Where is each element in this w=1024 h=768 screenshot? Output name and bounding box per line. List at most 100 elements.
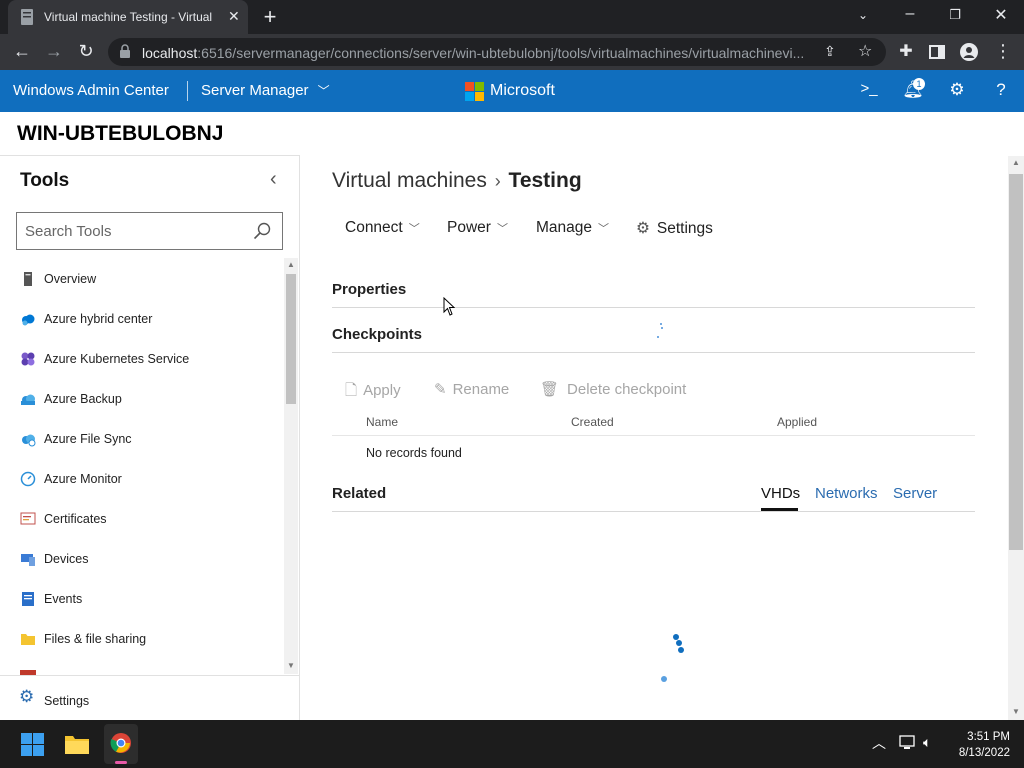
column-header-name[interactable]: Name xyxy=(366,415,398,429)
kubernetes-icon xyxy=(21,352,35,366)
forward-icon[interactable]: → xyxy=(43,41,65,62)
tool-item-label: Azure hybrid center xyxy=(44,312,153,326)
search-icon[interactable] xyxy=(253,222,271,240)
settings-button[interactable]: ⚙ Settings xyxy=(636,219,713,238)
page-favicon-icon xyxy=(21,9,33,25)
server-name-title: WIN-UBTEBULOBNJ xyxy=(17,122,224,145)
help-icon[interactable]: ? xyxy=(990,80,1012,100)
tab-vhds[interactable]: VHDs xyxy=(761,485,800,502)
tool-item-settings[interactable]: ⚙ Settings xyxy=(0,675,299,720)
loading-spinner-icon xyxy=(661,634,684,682)
share-icon[interactable]: ⇪ xyxy=(824,43,836,60)
powershell-icon[interactable]: >_ xyxy=(858,80,880,97)
tool-item-azure-monitor[interactable]: Azure Monitor xyxy=(20,458,280,498)
tool-item-azure-hybrid-center[interactable]: Azure hybrid center xyxy=(20,298,280,338)
tool-item-files-file-sharing[interactable]: Files & file sharing xyxy=(20,618,280,658)
gear-icon[interactable]: ⚙ xyxy=(946,80,968,100)
events-icon xyxy=(22,592,34,606)
rename-checkpoint-button[interactable]: ✎ Rename xyxy=(434,380,509,398)
browser-tab-strip: Virtual machine Testing - Virtual m ✕ + … xyxy=(0,0,1024,34)
browser-tab[interactable]: Virtual machine Testing - Virtual m ✕ xyxy=(8,0,248,34)
tool-item-label: Azure Kubernetes Service xyxy=(44,352,190,366)
server-manager-dropdown[interactable]: Server Manager ﹀ xyxy=(201,82,330,99)
browser-menu-icon[interactable]: ⋮ xyxy=(992,41,1014,62)
pencil-icon: ✎ xyxy=(434,381,447,398)
mouse-pointer-icon xyxy=(443,297,455,316)
chrome-taskbar-button[interactable] xyxy=(104,724,138,764)
new-tab-button[interactable]: + xyxy=(258,4,282,30)
tools-title: Tools xyxy=(20,170,70,191)
back-icon[interactable]: ← xyxy=(11,41,33,62)
delete-checkpoint-button[interactable]: 🗑︎ Delete checkpoint xyxy=(540,380,686,398)
tab-networks[interactable]: Networks xyxy=(815,485,878,502)
tool-item-label: Events xyxy=(44,592,83,606)
server-icon xyxy=(24,272,32,286)
close-tab-icon[interactable]: ✕ xyxy=(228,8,240,25)
scroll-down-icon[interactable]: ▼ xyxy=(1012,707,1020,716)
minimize-icon[interactable]: – xyxy=(900,5,920,23)
column-header-applied[interactable]: Applied xyxy=(777,415,817,429)
windows-start-icon[interactable] xyxy=(21,733,44,756)
tool-item-label: Files & file sharing xyxy=(44,632,147,646)
wac-brand[interactable]: Windows Admin Center xyxy=(13,82,169,99)
chrome-icon xyxy=(110,733,131,753)
content-scrollbar-thumb[interactable] xyxy=(1009,174,1023,550)
settings-label: Settings xyxy=(44,694,90,708)
extensions-icon[interactable]: ✚ xyxy=(895,41,917,61)
search-tools-input[interactable]: Search Tools xyxy=(16,212,283,250)
tab-search-icon[interactable]: ⌄ xyxy=(853,8,873,22)
properties-section-header[interactable]: Properties xyxy=(332,281,975,308)
address-bar[interactable]: localhost:6516/servermanager/connections… xyxy=(108,38,886,66)
tools-scrollbar[interactable]: ▲ ▼ xyxy=(284,258,298,674)
tool-item-certificates[interactable]: Certificates xyxy=(20,498,280,538)
tool-item-label: Certificates xyxy=(44,512,107,526)
profile-icon[interactable] xyxy=(960,43,978,61)
tool-item-devices[interactable]: Devices xyxy=(20,538,280,578)
cloud-icon xyxy=(22,314,35,326)
tool-item-label: Azure File Sync xyxy=(44,432,132,446)
volume-icon[interactable]: 🔈︎ xyxy=(923,734,931,751)
tools-scrollbar-thumb[interactable] xyxy=(286,274,296,404)
file-explorer-icon[interactable] xyxy=(64,733,90,755)
tool-item-azure-file-sync[interactable]: Azure File Sync xyxy=(20,418,280,458)
scroll-down-icon[interactable]: ▼ xyxy=(287,661,295,670)
apply-checkpoint-button[interactable]: 🗋︎ Apply xyxy=(345,380,401,405)
window-close-icon[interactable]: ✕ xyxy=(991,5,1011,25)
gauge-icon xyxy=(20,471,36,487)
tool-item-azure-kubernetes-service[interactable]: Azure Kubernetes Service xyxy=(20,338,280,378)
tool-item-events[interactable]: Events xyxy=(20,578,280,618)
scroll-up-icon[interactable]: ▲ xyxy=(1012,158,1020,167)
scroll-up-icon[interactable]: ▲ xyxy=(287,260,295,269)
breadcrumb-virtual-machines[interactable]: Virtual machines xyxy=(332,169,487,192)
cloud-backup-icon xyxy=(21,394,35,405)
notification-badge: 1 xyxy=(913,78,925,90)
bookmark-star-icon[interactable]: ☆ xyxy=(858,41,872,61)
tab-server[interactable]: Server xyxy=(893,485,937,502)
tool-item-label: Azure Monitor xyxy=(44,472,122,486)
side-panel-icon[interactable] xyxy=(929,45,945,59)
microsoft-logo-icon xyxy=(465,82,484,101)
tool-item-overview[interactable]: Overview xyxy=(20,258,280,298)
system-clock[interactable]: 3:51 PM 8/13/2022 xyxy=(944,729,1010,761)
manage-menu-button[interactable]: Manage ﹀ xyxy=(536,219,609,237)
restore-icon[interactable]: ❐ xyxy=(945,7,965,23)
reload-icon[interactable]: ↻ xyxy=(75,41,97,62)
header-divider xyxy=(187,81,188,101)
power-menu-button[interactable]: Power ﹀ xyxy=(447,219,508,237)
loading-spinner-icon xyxy=(657,323,663,338)
network-icon[interactable] xyxy=(899,735,917,751)
windows-taskbar: ︿ 🔈︎ 3:51 PM 8/13/2022 xyxy=(0,720,1024,768)
tool-item-azure-backup[interactable]: Azure Backup xyxy=(20,378,280,418)
content-scrollbar[interactable]: ▲ ▼ xyxy=(1008,156,1024,720)
related-divider xyxy=(332,511,975,512)
trash-icon: 🗑︎ xyxy=(540,381,560,398)
breadcrumb: Virtual machines › Testing xyxy=(332,169,582,193)
connect-menu-button[interactable]: Connect ﹀ xyxy=(345,219,420,237)
clock-time: 3:51 PM xyxy=(967,731,1010,743)
chevron-up-icon[interactable]: ︿ xyxy=(872,733,886,753)
column-header-created[interactable]: Created xyxy=(571,415,614,429)
clock-date: 8/13/2022 xyxy=(958,747,1010,759)
collapse-pane-icon[interactable]: ‹ xyxy=(270,168,277,191)
active-tab-indicator xyxy=(761,508,798,511)
certificate-icon xyxy=(20,512,36,525)
